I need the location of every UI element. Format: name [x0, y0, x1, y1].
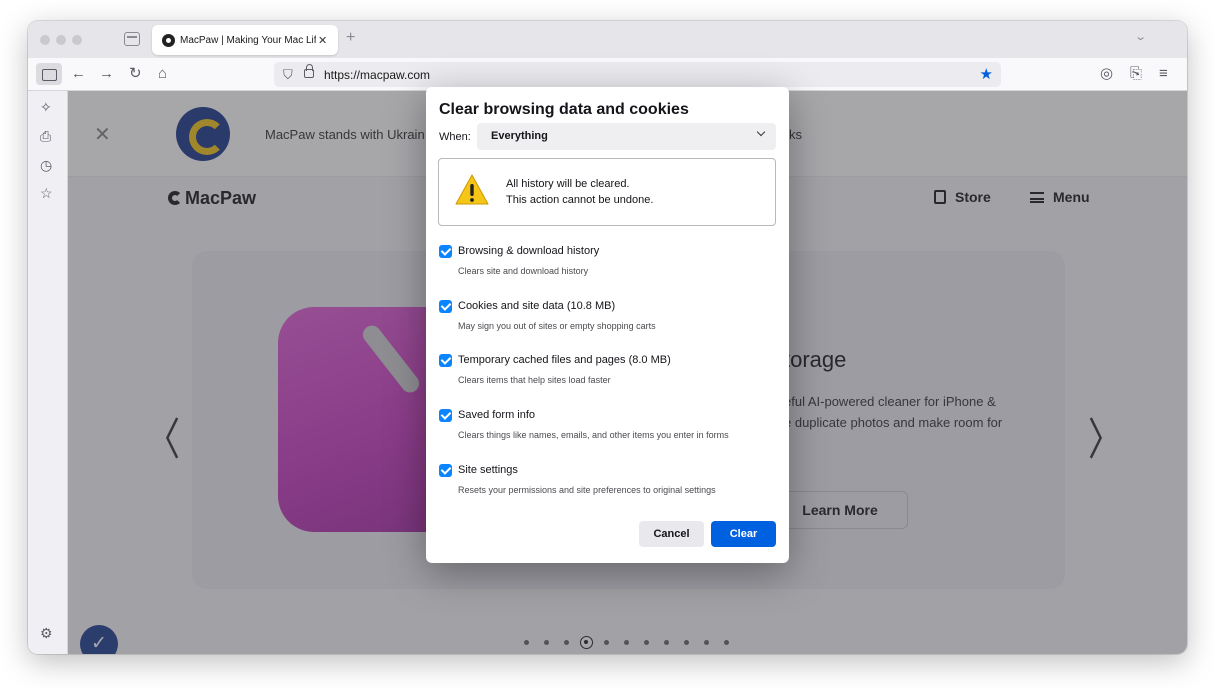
warning-line-2: This action cannot be undone. — [506, 194, 654, 206]
tab-title: MacPaw | Making Your Mac Life — [180, 34, 316, 46]
warning-box: All history will be cleared. This action… — [438, 158, 776, 226]
tab-macpaw[interactable]: MacPaw | Making Your Mac Life ✕ — [152, 25, 338, 55]
bookmark-star-icon[interactable]: ★ — [980, 65, 993, 83]
app-menu-icon[interactable]: ≡ — [1159, 65, 1168, 83]
time-range-select[interactable]: Everything — [477, 123, 776, 150]
address-bar[interactable]: ⛉ https://macpaw.com ★ — [274, 62, 1001, 87]
tab-overflow-chevron-icon[interactable]: ⌄ — [1134, 30, 1147, 43]
clear-data-dialog: Clear browsing data and cookies When: Ev… — [426, 87, 789, 563]
checkbox[interactable] — [439, 409, 452, 422]
ai-chatbot-icon[interactable]: ✧ — [40, 99, 52, 116]
home-icon[interactable]: ⌂ — [158, 65, 167, 83]
option-label: Browsing & download history — [458, 245, 600, 257]
checkbox[interactable] — [439, 354, 452, 367]
close-window-button[interactable] — [40, 35, 50, 45]
tab-bar: MacPaw | Making Your Mac Life ✕ + ⌄ — [28, 21, 1187, 58]
checkbox[interactable] — [439, 245, 452, 258]
bookmarks-icon[interactable]: ☆ — [40, 185, 53, 202]
url-text[interactable]: https://macpaw.com — [324, 68, 430, 82]
forward-icon[interactable]: → — [99, 65, 114, 83]
zoom-window-button[interactable] — [72, 35, 82, 45]
warning-icon — [455, 174, 489, 205]
chevron-down-icon — [756, 127, 766, 137]
new-tab-button[interactable]: + — [346, 29, 355, 47]
option-label: Temporary cached files and pages (8.0 MB… — [458, 354, 671, 366]
tab-close-icon[interactable]: ✕ — [318, 34, 327, 47]
back-icon[interactable]: ← — [71, 65, 86, 83]
when-label: When: — [439, 131, 471, 143]
minimize-window-button[interactable] — [56, 35, 66, 45]
option-label: Site settings — [458, 464, 518, 476]
checkbox[interactable] — [439, 464, 452, 477]
option-description: Resets your permissions and site prefere… — [458, 485, 716, 495]
time-range-value: Everything — [491, 130, 548, 142]
tracking-protection-shield-icon[interactable]: ⛉ — [283, 67, 293, 83]
option-description: Clears things like names, emails, and ot… — [458, 430, 729, 440]
tab-list-icon[interactable] — [124, 32, 140, 46]
option-label: Saved form info — [458, 409, 536, 421]
warning-line-1: All history will be cleared. — [506, 178, 630, 190]
dialog-title: Clear browsing data and cookies — [439, 101, 689, 118]
reload-icon[interactable]: ↻ — [129, 65, 142, 83]
cancel-button[interactable]: Cancel — [639, 521, 704, 547]
checkbox[interactable] — [439, 300, 452, 313]
account-icon[interactable]: ◎ — [1100, 65, 1113, 83]
extensions-icon[interactable]: ⎘ — [1130, 65, 1142, 83]
option-description: Clears site and download history — [458, 266, 589, 276]
lock-icon[interactable] — [304, 64, 314, 78]
option-description: Clears items that help sites load faster — [458, 375, 611, 385]
option-label: Cookies and site data (10.8 MB) — [458, 300, 616, 312]
option-description: May sign you out of sites or empty shopp… — [458, 321, 656, 331]
history-icon[interactable]: ◷ — [40, 157, 52, 174]
browser-sidebar: ✧ ⎙ ◷ ☆ ⚙ — [28, 91, 68, 654]
sidebar-settings-icon[interactable]: ⚙ — [40, 625, 53, 642]
sidebar-toggle-button[interactable] — [36, 63, 62, 85]
clear-button[interactable]: Clear — [711, 521, 776, 547]
synced-tabs-icon[interactable]: ⎙ — [40, 128, 51, 145]
macpaw-favicon-icon — [162, 33, 175, 47]
